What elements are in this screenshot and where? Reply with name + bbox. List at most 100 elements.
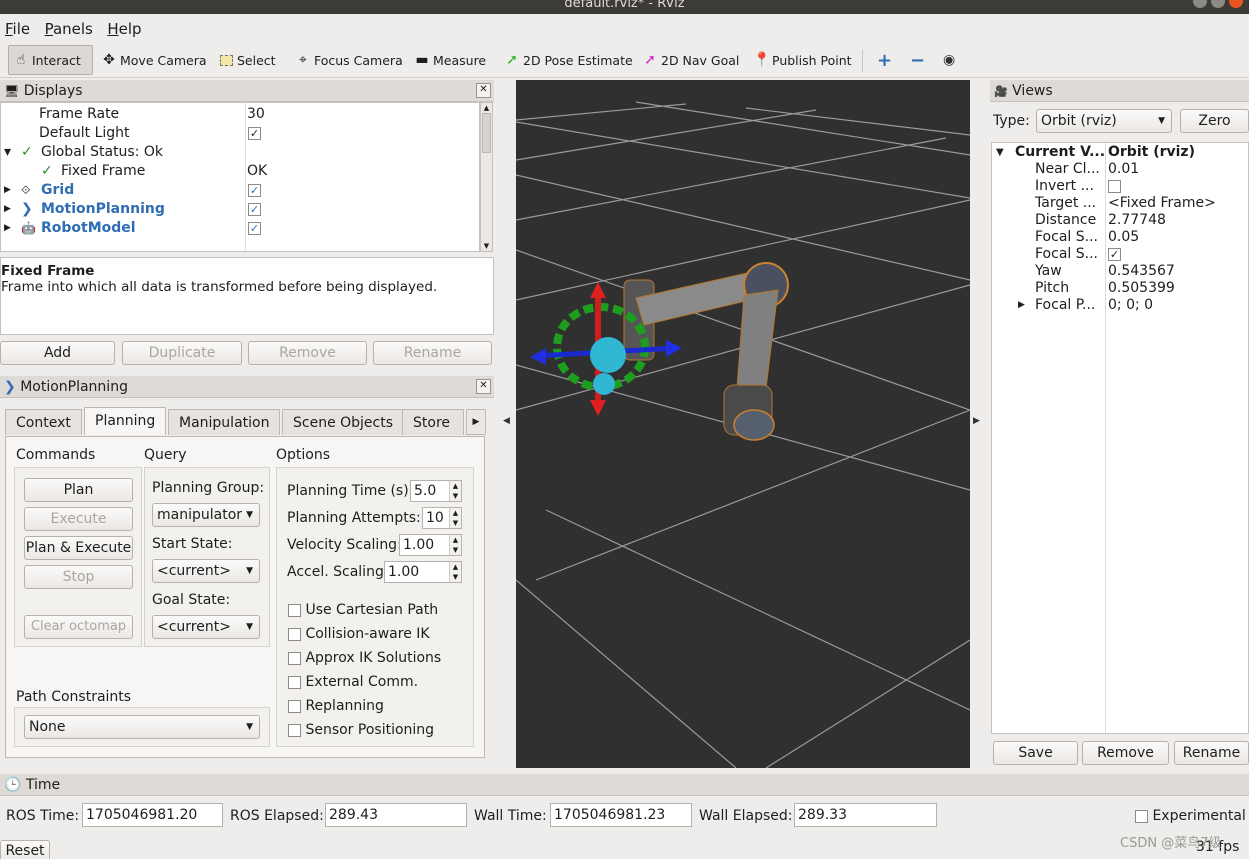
tab-planning[interactable]: Planning bbox=[84, 407, 167, 435]
move-camera-tool[interactable]: ✥ Move Camera bbox=[96, 45, 212, 75]
save-view-button[interactable]: Save bbox=[993, 741, 1078, 765]
spin-arrows-icon[interactable]: ▲ ▼ bbox=[449, 481, 461, 501]
remove-view-button[interactable]: Remove bbox=[1082, 741, 1169, 765]
zero-button[interactable]: Zero bbox=[1180, 109, 1249, 133]
duplicate-button[interactable]: Duplicate bbox=[122, 341, 242, 365]
remove-button[interactable]: Remove bbox=[248, 341, 367, 365]
clear-octomap-button[interactable]: Clear octomap bbox=[24, 615, 133, 639]
menu-file[interactable]: File bbox=[0, 18, 35, 38]
rename-view-button[interactable]: Rename bbox=[1174, 741, 1249, 765]
option-label: Approx IK Solutions bbox=[305, 650, 442, 666]
robot-model-checkbox[interactable]: ✓ bbox=[248, 219, 261, 238]
stop-button[interactable]: Stop bbox=[24, 565, 133, 589]
expand-arrow-icon[interactable]: ▶ bbox=[4, 181, 11, 200]
approx-ik-option[interactable]: Approx IK Solutions bbox=[288, 650, 441, 666]
expand-arrow-icon[interactable]: ▼ bbox=[996, 143, 1004, 162]
expand-arrow-icon[interactable]: ▶ bbox=[4, 219, 11, 238]
remove-tool-icon[interactable]: − bbox=[905, 45, 930, 75]
pose-estimate-tool[interactable]: ➚ 2D Pose Estimate bbox=[499, 45, 638, 75]
replanning-option[interactable]: Replanning bbox=[288, 698, 384, 714]
interact-tool[interactable]: ☝ Interact bbox=[8, 45, 93, 75]
collapse-left-icon[interactable]: ◀ bbox=[503, 416, 510, 426]
global-status-label[interactable]: Global Status: Ok bbox=[41, 143, 163, 162]
rename-button[interactable]: Rename bbox=[373, 341, 492, 365]
motion-planning-display[interactable]: MotionPlanning bbox=[41, 200, 165, 219]
focus-camera-tool[interactable]: ⌖ Focus Camera bbox=[290, 45, 408, 75]
checkbox[interactable] bbox=[288, 603, 301, 617]
expand-arrow-icon[interactable]: ▶ bbox=[1018, 296, 1025, 315]
fixed-frame-label[interactable]: Fixed Frame bbox=[61, 162, 145, 181]
view-type-select[interactable]: Orbit (rviz) ▼ bbox=[1036, 109, 1172, 133]
motion-planning-checkbox[interactable]: ✓ bbox=[248, 200, 261, 219]
focal-point-value[interactable]: 0; 0; 0 bbox=[1108, 296, 1153, 315]
external-comm-option[interactable]: External Comm. bbox=[288, 674, 418, 690]
tab-scroll-right-icon[interactable]: ▶ bbox=[466, 409, 486, 435]
close-icon[interactable]: ✕ bbox=[476, 379, 491, 394]
clock-icon: 🕒 bbox=[4, 777, 22, 793]
execute-button[interactable]: Execute bbox=[24, 507, 133, 531]
wall-elapsed-field[interactable]: 289.33 bbox=[794, 803, 937, 827]
expand-arrow-icon[interactable]: ▾ bbox=[4, 143, 11, 162]
close-window-button[interactable] bbox=[1229, 0, 1243, 8]
spin-arrows-icon[interactable]: ▲ ▼ bbox=[449, 562, 461, 582]
planning-time-spinbox[interactable]: 5.0 ▲ ▼ bbox=[410, 480, 462, 502]
reset-button[interactable]: Reset bbox=[0, 840, 50, 859]
checkbox[interactable] bbox=[288, 651, 301, 665]
ros-elapsed-field[interactable]: 289.43 bbox=[325, 803, 467, 827]
collision-aware-ik-option[interactable]: Collision-aware IK bbox=[288, 626, 430, 642]
sensor-positioning-option[interactable]: Sensor Positioning bbox=[288, 722, 434, 738]
planning-group-select[interactable]: manipulator ▼ bbox=[152, 503, 260, 527]
add-button[interactable]: Add bbox=[0, 341, 115, 365]
grid-display[interactable]: Grid bbox=[41, 181, 74, 200]
use-cartesian-path-option[interactable]: Use Cartesian Path bbox=[288, 602, 438, 618]
plan-button[interactable]: Plan bbox=[24, 478, 133, 502]
tab-manipulation[interactable]: Manipulation bbox=[168, 409, 281, 435]
scroll-up-icon[interactable]: ▲ bbox=[481, 103, 492, 113]
add-tool-icon[interactable]: + bbox=[872, 45, 897, 75]
minimize-button[interactable] bbox=[1193, 0, 1207, 8]
tab-scene-objects[interactable]: Scene Objects bbox=[282, 409, 405, 435]
grid-checkbox[interactable]: ✓ bbox=[248, 181, 261, 200]
spin-arrows-icon[interactable]: ▲ ▼ bbox=[449, 535, 461, 555]
default-light-checkbox[interactable]: ✓ bbox=[248, 124, 261, 143]
checkbox[interactable] bbox=[288, 723, 301, 737]
scroll-thumb[interactable] bbox=[482, 113, 491, 153]
path-constraints-select[interactable]: None ▼ bbox=[24, 715, 260, 739]
spin-arrows-icon[interactable]: ▲ ▼ bbox=[449, 508, 461, 528]
robot-model-display[interactable]: RobotModel bbox=[41, 219, 136, 238]
menu-panels[interactable]: Panels bbox=[40, 18, 98, 38]
eye-icon[interactable]: ◉ bbox=[938, 45, 960, 75]
checkbox[interactable] bbox=[1135, 809, 1148, 823]
views-title: Views bbox=[1012, 83, 1053, 99]
frame-rate-value[interactable]: 30 bbox=[247, 105, 265, 124]
collapse-right-icon[interactable]: ▶ bbox=[973, 416, 980, 426]
column-divider bbox=[1105, 143, 1106, 733]
expand-arrow-icon[interactable]: ▶ bbox=[4, 200, 11, 219]
plan-execute-button[interactable]: Plan & Execute bbox=[24, 536, 133, 560]
goal-state-select[interactable]: <current> ▼ bbox=[152, 615, 260, 639]
measure-tool[interactable]: ▬ Measure bbox=[409, 45, 491, 75]
checkbox[interactable] bbox=[288, 675, 301, 689]
wall-time-field[interactable]: 1705046981.23 bbox=[550, 803, 692, 827]
displays-scrollbar[interactable]: ▲ ▼ bbox=[480, 102, 493, 252]
velocity-scaling-spinbox[interactable]: 1.00 ▲ ▼ bbox=[399, 534, 462, 556]
maximize-button[interactable] bbox=[1211, 0, 1225, 8]
scroll-down-icon[interactable]: ▼ bbox=[481, 241, 492, 251]
publish-point-tool[interactable]: 📍 Publish Point bbox=[748, 45, 857, 75]
query-title: Query bbox=[144, 447, 187, 463]
tab-stored-states[interactable]: Store bbox=[402, 409, 464, 435]
menu-help[interactable]: Help bbox=[102, 18, 146, 38]
tab-context[interactable]: Context bbox=[5, 409, 82, 435]
ros-time-field[interactable]: 1705046981.20 bbox=[82, 803, 223, 827]
start-state-select[interactable]: <current> ▼ bbox=[152, 559, 260, 583]
close-icon[interactable]: ✕ bbox=[476, 83, 491, 98]
wall-elapsed-label: Wall Elapsed: bbox=[699, 808, 793, 824]
checkbox[interactable] bbox=[288, 627, 301, 641]
planning-attempts-spinbox[interactable]: 10 ▲ ▼ bbox=[422, 507, 462, 529]
nav-goal-tool[interactable]: ➚ 2D Nav Goal bbox=[637, 45, 744, 75]
accel-scaling-spinbox[interactable]: 1.00 ▲ ▼ bbox=[384, 561, 462, 583]
experimental-option[interactable]: Experimental bbox=[1135, 808, 1246, 824]
checkbox[interactable] bbox=[288, 699, 301, 713]
3d-viewport[interactable] bbox=[516, 80, 970, 768]
select-tool[interactable]: Select bbox=[213, 45, 281, 75]
